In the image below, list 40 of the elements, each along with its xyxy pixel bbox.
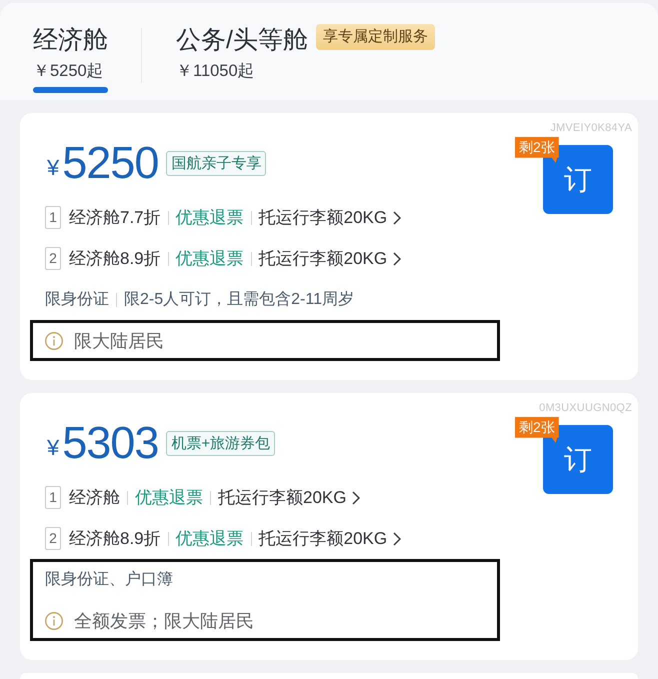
- fare-class-label: 经济舱8.9折: [69, 248, 161, 270]
- price-amount: 5250: [62, 140, 158, 186]
- info-icon: [45, 332, 63, 350]
- notice-text: 全额发票；限大陆居民: [74, 610, 254, 632]
- notice-text: 限大陆居民: [74, 330, 164, 352]
- info-icon: [45, 612, 63, 630]
- fare-class-label: 经济舱8.9折: [69, 528, 161, 550]
- fare-class-label: 经济舱7.7折: [69, 207, 161, 229]
- cabin-tab[interactable]: 公务/头等舱 享专属定制服务 ￥11050起: [176, 25, 435, 93]
- fare-number: 1: [45, 206, 61, 229]
- restriction-text: 限身份证、户口簿: [45, 570, 173, 590]
- baggage-allowance-link[interactable]: 托运行李额20KG: [258, 247, 402, 270]
- price-amount: 5303: [62, 420, 158, 466]
- currency-symbol: ¥: [47, 434, 60, 459]
- baggage-allowance-link[interactable]: 托运行李额20KG: [218, 486, 360, 509]
- stock-badge: 剩2张: [515, 137, 559, 163]
- benefit-badge: 享专属定制服务: [316, 24, 435, 50]
- cabin-tab[interactable]: 经济舱 ￥5250起: [33, 25, 108, 93]
- offer-code: JMVEIY0K84YA: [550, 122, 632, 135]
- fare-number: 2: [45, 247, 61, 270]
- refund-policy-label: 优惠退票: [176, 528, 244, 550]
- chevron-right-icon: [352, 490, 360, 504]
- baggage-allowance-link[interactable]: 托运行李额20KG: [258, 527, 402, 550]
- fare-number: 1: [45, 486, 61, 509]
- fare-class-label: 经济舱: [69, 487, 120, 509]
- promo-tag: 国航亲子专享: [166, 150, 266, 176]
- refund-policy-label: 优惠退票: [176, 207, 244, 229]
- restriction-text: 限身份证: [45, 290, 109, 310]
- chevron-right-icon: [393, 252, 402, 266]
- baggage-allowance-link[interactable]: 托运行李额20KG: [258, 206, 402, 229]
- currency-symbol: ¥: [47, 154, 60, 179]
- chevron-right-icon: [393, 532, 402, 546]
- offer-code: 0M3UXUUGN0QZ: [539, 402, 632, 415]
- promo-tag: 机票+旅游券包: [166, 430, 276, 456]
- stock-badge: 剩2张: [515, 417, 559, 443]
- refund-policy-label: 优惠退票: [135, 487, 203, 509]
- restriction-text: 限2-5人可订，且需包含2-11周岁: [124, 290, 354, 310]
- fare-number: 2: [45, 527, 61, 550]
- refund-policy-label: 优惠退票: [176, 248, 244, 270]
- chevron-right-icon: [393, 210, 402, 224]
